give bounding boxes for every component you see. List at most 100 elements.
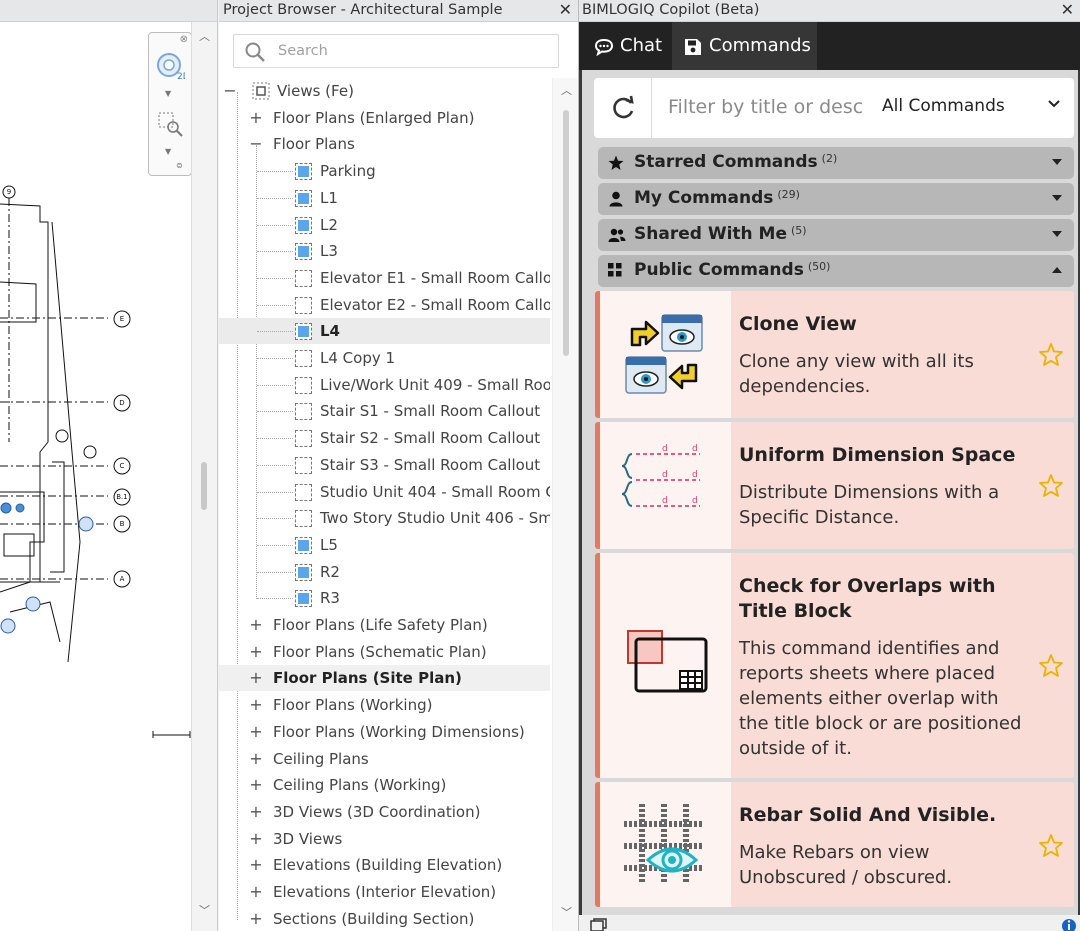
star-outline-icon[interactable] <box>1038 833 1064 859</box>
refresh-button[interactable] <box>594 78 652 138</box>
navbar-close-icon[interactable]: ⊗ <box>180 34 188 45</box>
expand-icon[interactable]: + <box>249 799 263 825</box>
tree-category-item[interactable]: + Elevations (Building Elevation) <box>219 852 550 878</box>
expand-icon[interactable]: + <box>249 665 263 691</box>
navigation-bar[interactable]: ⊗ 2D ▼ ▼ ⊜ <box>148 32 192 176</box>
tree-view-item[interactable]: L4 Copy 1 <box>219 345 550 371</box>
expand-icon[interactable]: + <box>249 906 263 931</box>
tree-view-item[interactable]: Stair S1 - Small Room Callout <box>219 398 550 424</box>
tree-view-item[interactable]: Stair S3 - Small Room Callout <box>219 452 550 478</box>
star-outline-icon[interactable] <box>1038 473 1064 499</box>
tree-view-item[interactable]: Studio Unit 404 - Small Room Ca <box>219 479 550 505</box>
scroll-up-icon[interactable]: ︿ <box>199 28 210 44</box>
zoom-region-icon[interactable] <box>155 109 185 139</box>
tree-category-item[interactable]: + Floor Plans (Site Plan) <box>219 665 550 692</box>
tab-chat[interactable]: Chat <box>581 22 671 70</box>
info-icon[interactable] <box>1061 917 1077 931</box>
tree-view-item[interactable]: R2 <box>219 559 550 585</box>
tree-view-item[interactable]: Elevator E2 - Small Room Callout <box>219 292 550 318</box>
tree-category-item[interactable]: + Floor Plans (Working Dimensions) <box>219 719 550 745</box>
star-outline-icon[interactable] <box>1038 653 1064 679</box>
tree-view-item[interactable]: L3 <box>219 238 550 264</box>
expand-icon[interactable]: + <box>249 612 263 638</box>
copilot-titlebar: BIMLOGIQ Copilot (Beta) ✕ <box>579 0 1080 22</box>
chevron-down-icon[interactable] <box>1048 100 1060 108</box>
expand-icon[interactable]: + <box>249 692 263 718</box>
scroll-down-icon[interactable]: ﹀ <box>199 902 210 918</box>
tree-item-label: Floor Plans (Site Plan) <box>273 669 462 688</box>
scroll-thumb[interactable] <box>563 110 569 356</box>
section-my-commands[interactable]: My Commands (29) <box>598 183 1074 215</box>
tree-view-item[interactable]: L2 <box>219 212 550 238</box>
expand-icon[interactable]: + <box>249 746 263 772</box>
tree-view-item[interactable]: L1 <box>219 185 550 211</box>
tree-view-item[interactable]: R3 <box>219 585 550 611</box>
copilot-footer <box>579 915 1080 931</box>
scroll-thumb[interactable] <box>201 462 207 510</box>
tree-category-item[interactable]: + Floor Plans (Enlarged Plan) <box>219 105 550 131</box>
command-filter-bar: All Commands <box>594 78 1074 138</box>
tree-view-item[interactable]: Parking <box>219 158 550 184</box>
command-category-select[interactable]: All Commands <box>882 96 1005 116</box>
command-card-rebar-solid-visible[interactable]: Rebar Solid And Visible. Make Rebars on … <box>595 782 1074 907</box>
options-icon[interactable]: ⊜ <box>176 161 183 170</box>
tree-category-item[interactable]: + Elevations (Interior Elevation) <box>219 879 550 905</box>
tree-category-item[interactable]: + Ceiling Plans <box>219 746 550 772</box>
expand-icon[interactable]: + <box>249 105 263 131</box>
browser-vertical-scrollbar[interactable]: ︿ ﹀ <box>552 78 578 931</box>
tree-connector <box>257 411 293 413</box>
command-card-clone-view[interactable]: Clone View Clone any view with all its d… <box>595 291 1074 418</box>
collapse-icon[interactable]: − <box>249 131 263 157</box>
scroll-down-icon[interactable]: ﹀ <box>561 904 572 920</box>
tree-category-item[interactable]: + Ceiling Plans (Working) <box>219 772 550 798</box>
section-starred-commands[interactable]: Starred Commands (2) <box>598 147 1074 179</box>
tree-category-item[interactable]: + Floor Plans (Working) <box>219 692 550 718</box>
tree-category-item[interactable]: + Floor Plans (Schematic Plan) <box>219 639 550 665</box>
tab-commands[interactable]: Commands <box>672 22 817 70</box>
chevron-down-icon[interactable]: ▼ <box>165 147 171 156</box>
svg-text:d: d <box>692 496 698 506</box>
tree-view-item[interactable]: L5 <box>219 532 550 558</box>
tree-category-item[interactable]: +3D Views (3D Coordination) <box>219 799 550 825</box>
tree-category-item[interactable]: + Floor Plans (Life Safety Plan) <box>219 612 550 638</box>
expand-icon[interactable]: + <box>249 852 263 878</box>
chat-bubble-icon <box>594 38 614 56</box>
command-description: Make Rebars on view Unobscured / obscure… <box>739 842 953 888</box>
search-field[interactable] <box>233 34 559 68</box>
expand-icon[interactable]: + <box>249 772 263 798</box>
expand-icon[interactable]: + <box>249 639 263 665</box>
project-tree[interactable]: − Views (Fe) + Floor Plans (Enlarged Plan) −… <box>219 78 550 931</box>
tree-category-item[interactable]: − Views (Fe) <box>219 78 550 104</box>
command-card-check-overlaps-title-block[interactable]: Check for Overlaps with Title Block This… <box>595 553 1074 778</box>
collapse-icon[interactable]: − <box>223 78 237 104</box>
tree-view-item[interactable]: Stair S2 - Small Room Callout <box>219 425 550 451</box>
tree-view-item[interactable]: Live/Work Unit 409 - Small Room <box>219 372 550 398</box>
copy-icon[interactable] <box>589 918 609 931</box>
floor-plan-view-icon <box>295 510 312 528</box>
section-shared-with-me[interactable]: Shared With Me (5) <box>598 219 1074 251</box>
tree-view-item[interactable]: Two Story Studio Unit 406 - Sma <box>219 505 550 531</box>
star-outline-icon[interactable] <box>1038 342 1064 368</box>
tree-view-item[interactable]: L4 <box>219 318 550 345</box>
tree-connector <box>257 277 293 279</box>
search-input[interactable] <box>276 42 546 60</box>
tree-connector <box>257 197 293 199</box>
command-filter-input[interactable] <box>666 95 866 119</box>
expand-icon[interactable]: + <box>249 826 263 852</box>
scroll-up-icon[interactable]: ︿ <box>561 82 572 98</box>
tree-category-item[interactable]: + Sections (Building Section) <box>219 906 550 931</box>
tree-category-item[interactable]: − Floor Plans <box>219 131 550 157</box>
close-icon[interactable]: ✕ <box>559 0 572 19</box>
clone-view-icon <box>625 314 703 394</box>
drawing-vertical-scrollbar[interactable]: ︿ ﹀ <box>191 22 217 931</box>
expand-icon[interactable]: + <box>249 719 263 745</box>
command-card-uniform-dimension-space[interactable]: d d d d d d Uniform Dimension Space Distrib… <box>595 422 1074 549</box>
tree-category-item[interactable]: +3D Views <box>219 826 550 852</box>
section-public-commands[interactable]: Public Commands (50) <box>598 255 1074 287</box>
steering-wheel-2d-icon[interactable]: 2D <box>155 51 185 81</box>
close-icon[interactable]: ✕ <box>1061 0 1074 19</box>
chevron-down-icon[interactable]: ▼ <box>165 89 171 98</box>
tree-view-item[interactable]: Elevator E1 - Small Room Callout <box>219 265 550 291</box>
expand-icon[interactable]: + <box>249 879 263 905</box>
drawing-view[interactable]: 9 E D C B.1 B A ⊗ 2D ▼ ▼ ⊜ ︿ ﹀ <box>0 0 218 931</box>
